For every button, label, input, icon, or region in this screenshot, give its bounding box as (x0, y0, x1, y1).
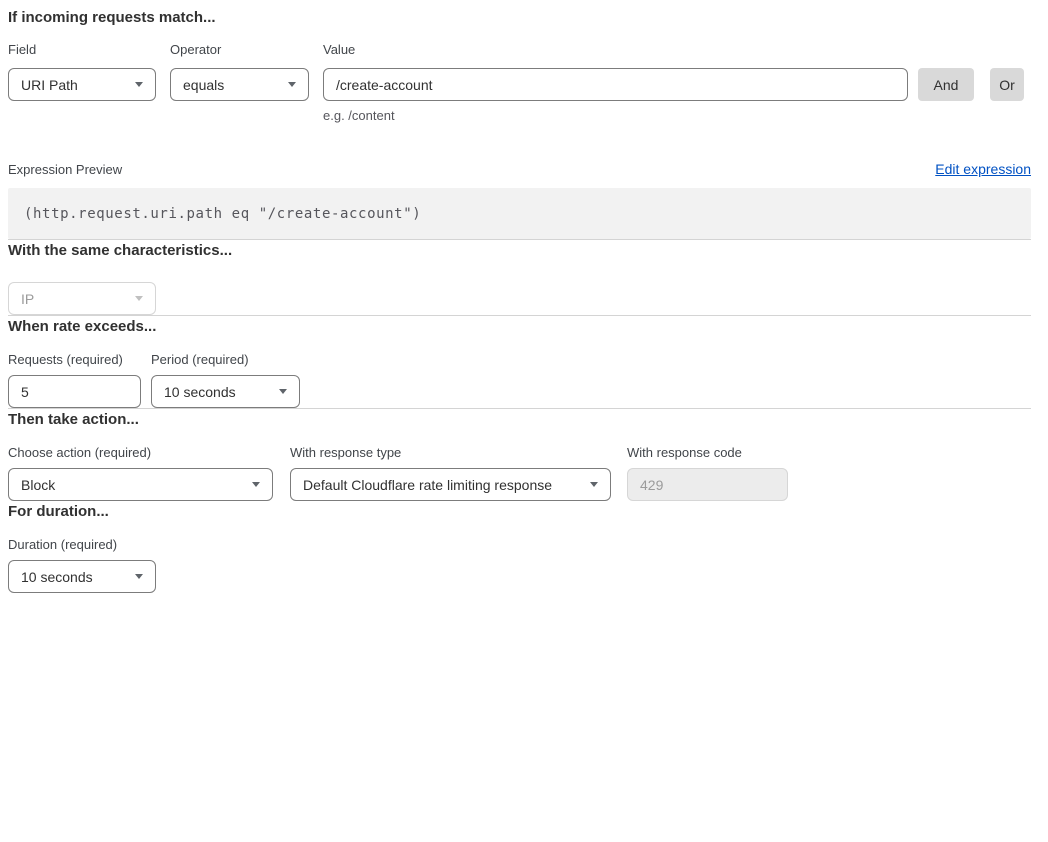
characteristics-select-value: IP (21, 291, 34, 307)
response-type-select-value: Default Cloudflare rate limiting respons… (303, 477, 552, 493)
section-rate: When rate exceeds... Requests (required)… (8, 316, 1031, 408)
field-label: Field (8, 43, 156, 57)
duration-heading: For duration... (8, 501, 1031, 522)
action-heading: Then take action... (8, 409, 1031, 430)
chevron-down-icon (135, 82, 143, 87)
operator-select-value: equals (183, 77, 224, 93)
field-select-value: URI Path (21, 77, 78, 93)
characteristics-select: IP (8, 282, 156, 315)
operator-select[interactable]: equals (170, 68, 309, 101)
expression-preview-label: Expression Preview (8, 162, 122, 177)
characteristics-heading: With the same characteristics... (8, 240, 1031, 261)
rate-heading: When rate exceeds... (8, 316, 1031, 337)
response-code-input (627, 468, 788, 501)
period-select[interactable]: 10 seconds (151, 375, 300, 408)
section-match: If incoming requests match... Field URI … (8, 7, 1031, 239)
value-input[interactable] (323, 68, 908, 101)
requests-label: Requests (required) (8, 353, 141, 367)
and-button[interactable]: And (918, 68, 974, 101)
choose-action-select[interactable]: Block (8, 468, 273, 501)
chevron-down-icon (252, 482, 260, 487)
response-type-select[interactable]: Default Cloudflare rate limiting respons… (290, 468, 611, 501)
value-hint: e.g. /content (323, 108, 908, 123)
period-label: Period (required) (151, 353, 300, 367)
value-label: Value (323, 43, 908, 57)
section-action: Then take action... Choose action (requi… (8, 409, 1031, 501)
section-characteristics: With the same characteristics... IP (8, 240, 1031, 315)
choose-action-label: Choose action (required) (8, 446, 273, 460)
chevron-down-icon (135, 574, 143, 579)
response-type-label: With response type (290, 446, 611, 460)
chevron-down-icon (590, 482, 598, 487)
chevron-down-icon (288, 82, 296, 87)
duration-select[interactable]: 10 seconds (8, 560, 156, 593)
expression-preview-code: (http.request.uri.path eq "/create-accou… (8, 188, 1031, 239)
duration-label: Duration (required) (8, 538, 1031, 552)
section-duration: For duration... Duration (required) 10 s… (8, 501, 1031, 593)
chevron-down-icon (279, 389, 287, 394)
field-select[interactable]: URI Path (8, 68, 156, 101)
requests-input[interactable] (8, 375, 141, 408)
match-heading: If incoming requests match... (8, 7, 1031, 28)
chevron-down-icon (135, 296, 143, 301)
edit-expression-link[interactable]: Edit expression (935, 161, 1031, 177)
period-select-value: 10 seconds (164, 384, 236, 400)
response-code-label: With response code (627, 446, 788, 460)
duration-select-value: 10 seconds (21, 569, 93, 585)
operator-label: Operator (170, 43, 309, 57)
choose-action-select-value: Block (21, 477, 55, 493)
or-button[interactable]: Or (990, 68, 1024, 101)
